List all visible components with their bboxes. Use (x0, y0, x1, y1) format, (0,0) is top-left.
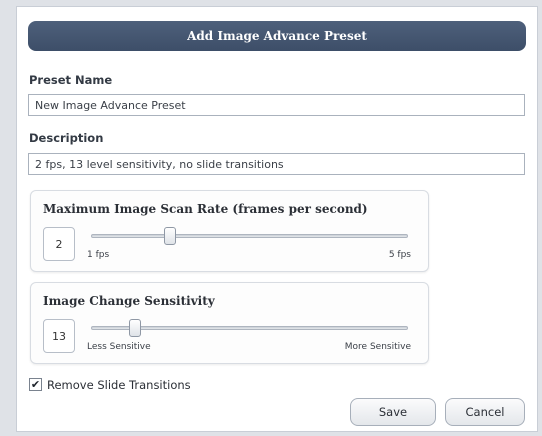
sensitivity-slider-thumb[interactable] (129, 319, 142, 337)
scan-rate-min-label: 1 fps (87, 250, 110, 260)
sensitivity-panel: Image Change Sensitivity 13 Less Sensiti… (30, 282, 429, 364)
scan-rate-slider[interactable] (91, 234, 408, 238)
sensitivity-min-label: Less Sensitive (87, 342, 151, 352)
scan-rate-title: Maximum Image Scan Rate (frames per seco… (43, 202, 368, 216)
sensitivity-title: Image Change Sensitivity (43, 294, 215, 308)
preset-name-label: Preset Name (29, 73, 113, 87)
sensitivity-value[interactable]: 13 (43, 319, 75, 353)
description-label: Description (29, 131, 104, 145)
sensitivity-max-label: More Sensitive (344, 342, 411, 352)
scan-rate-value[interactable]: 2 (43, 227, 75, 261)
scan-rate-slider-thumb[interactable] (164, 227, 177, 245)
cancel-button[interactable]: Cancel (445, 398, 525, 426)
remove-transitions-checkbox[interactable]: ✔ (29, 378, 42, 391)
description-field[interactable] (28, 153, 525, 175)
save-button[interactable]: Save (350, 398, 436, 426)
add-preset-dialog: Add Image Advance Preset Preset Name Des… (16, 6, 538, 432)
preset-name-field[interactable] (28, 94, 525, 116)
scan-rate-max-label: 5 fps (388, 250, 411, 260)
remove-transitions-label: Remove Slide Transitions (47, 378, 191, 392)
scan-rate-panel: Maximum Image Scan Rate (frames per seco… (30, 190, 429, 272)
dialog-title: Add Image Advance Preset (28, 21, 526, 51)
